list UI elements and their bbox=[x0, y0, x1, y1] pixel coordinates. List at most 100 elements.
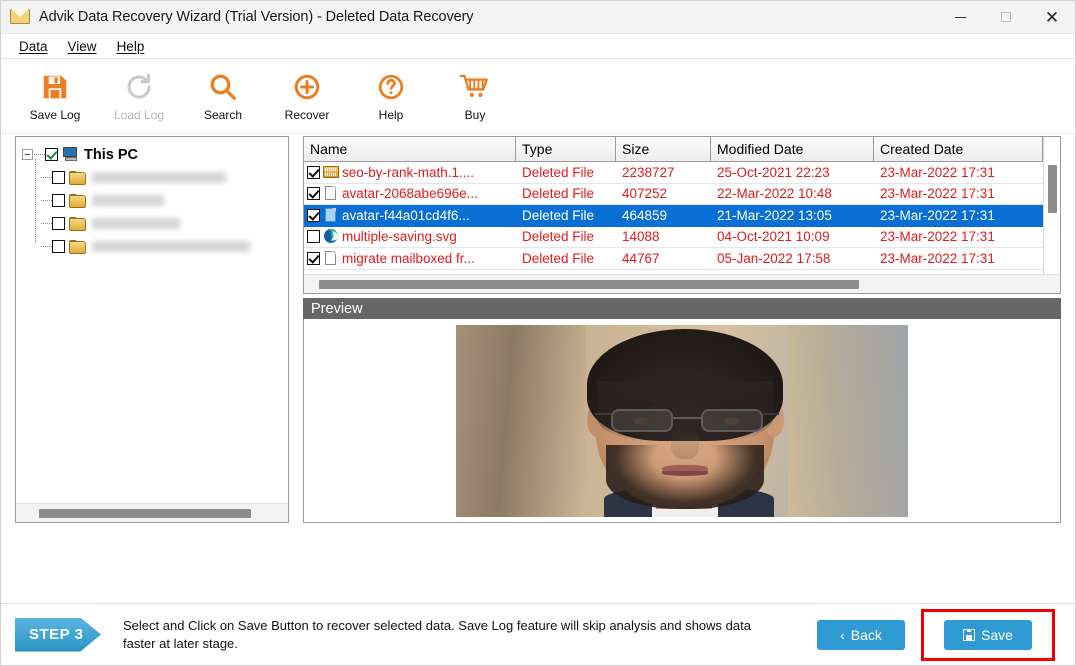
file-name: avatar-2068abe696e... bbox=[342, 186, 478, 202]
table-row[interactable]: seo-by-rank-math.1.... Deleted File 2238… bbox=[304, 162, 1043, 184]
row-checkbox[interactable] bbox=[307, 251, 320, 265]
tree-checkbox-folder-3[interactable] bbox=[52, 217, 65, 230]
maximize-button[interactable] bbox=[983, 1, 1029, 34]
save-button[interactable]: Save bbox=[944, 619, 1032, 650]
menu-help[interactable]: Help bbox=[107, 39, 155, 54]
menu-bar: Data View Help bbox=[1, 34, 1075, 59]
file-created-date: 23-Mar-2022 17:31 bbox=[874, 227, 1043, 248]
back-button[interactable]: ‹ Back bbox=[817, 619, 905, 650]
menu-data[interactable]: Data bbox=[9, 39, 58, 54]
preview-panel bbox=[303, 319, 1061, 523]
search-icon bbox=[208, 69, 238, 105]
column-header-name[interactable]: Name bbox=[304, 137, 516, 162]
tree-item-label-redacted bbox=[92, 195, 164, 206]
file-name: seo-by-rank-math.1.... bbox=[342, 164, 475, 180]
main-content: This PC Name Type Size Modified Date Cre… bbox=[1, 134, 1075, 603]
footer-buttons: ‹ Back Save bbox=[817, 608, 1061, 661]
row-checkbox[interactable] bbox=[307, 208, 320, 222]
folder-icon bbox=[69, 193, 86, 208]
row-checkbox[interactable] bbox=[307, 230, 320, 244]
close-button[interactable]: ✕ bbox=[1029, 1, 1075, 34]
toolbar-label: Help bbox=[378, 108, 404, 122]
title-bar: Advik Data Recovery Wizard (Trial Versio… bbox=[1, 1, 1075, 34]
column-header-size[interactable]: Size bbox=[616, 137, 711, 162]
step-badge: STEP 3 bbox=[15, 617, 101, 652]
column-header-modified-date[interactable]: Modified Date bbox=[711, 137, 874, 162]
toolbar-label: Save Log bbox=[29, 108, 81, 122]
tree-item-label-redacted bbox=[92, 218, 180, 229]
file-size: 2238727 bbox=[616, 162, 711, 184]
tree-item-label-redacted bbox=[92, 172, 226, 183]
image-file-icon bbox=[323, 165, 339, 180]
toolbar-label: Search bbox=[203, 108, 243, 122]
file-list-horizontal-scrollbar[interactable] bbox=[304, 274, 1060, 293]
drive-tree-panel: This PC bbox=[15, 136, 289, 523]
menu-view[interactable]: View bbox=[58, 39, 107, 54]
this-pc-icon bbox=[62, 147, 79, 162]
results-column: Name Type Size Modified Date Created Dat… bbox=[303, 136, 1061, 523]
table-row[interactable]: multiple-saving.svg Deleted File 14088 0… bbox=[304, 227, 1043, 248]
file-type: Deleted File bbox=[516, 227, 616, 248]
row-checkbox[interactable] bbox=[307, 187, 320, 201]
document-file-icon bbox=[323, 250, 339, 266]
file-modified-date: 05-Jan-2022 17:58 bbox=[711, 248, 874, 270]
document-file-icon bbox=[323, 207, 339, 223]
tree-item-folder-3[interactable] bbox=[22, 212, 284, 235]
file-size: 14088 bbox=[616, 227, 711, 248]
table-row[interactable]: avatar-f44a01cd4f6... Deleted File 46485… bbox=[304, 205, 1043, 227]
file-name: avatar-f44a01cd4f6... bbox=[342, 207, 470, 223]
envelope-icon bbox=[10, 8, 30, 26]
file-list-panel: Name Type Size Modified Date Created Dat… bbox=[303, 136, 1061, 294]
collapse-icon[interactable] bbox=[22, 149, 33, 160]
minimize-button[interactable] bbox=[937, 1, 983, 34]
save-button-label: Save bbox=[981, 626, 1013, 643]
tree-item-folder-1[interactable] bbox=[22, 166, 284, 189]
file-modified-date: 22-Mar-2022 10:48 bbox=[711, 184, 874, 205]
preview-header: Preview bbox=[303, 298, 1061, 319]
row-checkbox[interactable] bbox=[307, 165, 320, 179]
window-controls: ✕ bbox=[937, 1, 1075, 34]
file-list-header: Name Type Size Modified Date Created Dat… bbox=[304, 137, 1043, 162]
footer-bar: STEP 3 Select and Click on Save Button t… bbox=[1, 603, 1075, 665]
toolbar-load-log-button[interactable]: Load Log bbox=[97, 65, 181, 129]
cart-icon bbox=[459, 69, 491, 105]
toolbar-save-log-button[interactable]: Save Log bbox=[13, 65, 97, 129]
toolbar-help-button[interactable]: Help bbox=[349, 65, 433, 129]
help-icon bbox=[376, 69, 406, 105]
file-created-date: 23-Mar-2022 17:31 bbox=[874, 205, 1043, 227]
file-modified-date: 04-Oct-2021 10:09 bbox=[711, 227, 874, 248]
tree-item-folder-4[interactable] bbox=[22, 235, 284, 258]
tree-checkbox-folder-4[interactable] bbox=[52, 240, 65, 253]
file-type: Deleted File bbox=[516, 162, 616, 184]
tree-checkbox-this-pc[interactable] bbox=[45, 148, 58, 161]
toolbar-recover-button[interactable]: Recover bbox=[265, 65, 349, 129]
instruction-text: Select and Click on Save Button to recov… bbox=[123, 617, 751, 651]
back-button-label: Back bbox=[850, 626, 882, 643]
file-modified-date: 21-Mar-2022 13:05 bbox=[711, 205, 874, 227]
save-button-highlight: Save bbox=[921, 608, 1055, 661]
file-list-vertical-scrollbar[interactable] bbox=[1043, 137, 1060, 274]
file-size: 44767 bbox=[616, 248, 711, 270]
save-log-icon bbox=[40, 69, 70, 105]
column-header-created-date[interactable]: Created Date bbox=[874, 137, 1043, 162]
toolbar-label: Buy bbox=[464, 108, 486, 122]
tree-checkbox-folder-2[interactable] bbox=[52, 194, 65, 207]
toolbar-search-button[interactable]: Search bbox=[181, 65, 265, 129]
table-row[interactable]: avatar-2068abe696e... Deleted File 40725… bbox=[304, 184, 1043, 205]
tree-item-folder-2[interactable] bbox=[22, 189, 284, 212]
tree-checkbox-folder-1[interactable] bbox=[52, 171, 65, 184]
load-log-icon bbox=[124, 69, 154, 105]
toolbar-buy-button[interactable]: Buy bbox=[433, 65, 517, 129]
tree-item-this-pc[interactable]: This PC bbox=[22, 143, 284, 166]
column-header-type[interactable]: Type bbox=[516, 137, 616, 162]
tree-horizontal-scrollbar[interactable] bbox=[16, 503, 288, 522]
tree-item-label: This PC bbox=[84, 146, 138, 163]
toolbar-label: Recover bbox=[284, 108, 330, 122]
file-type: Deleted File bbox=[516, 248, 616, 270]
save-icon bbox=[963, 628, 976, 641]
folder-icon bbox=[69, 170, 86, 185]
file-name: migrate mailboxed fr... bbox=[342, 250, 475, 266]
file-size: 407252 bbox=[616, 184, 711, 205]
table-row[interactable]: migrate mailboxed fr... Deleted File 447… bbox=[304, 248, 1043, 270]
file-created-date: 23-Mar-2022 17:31 bbox=[874, 184, 1043, 205]
